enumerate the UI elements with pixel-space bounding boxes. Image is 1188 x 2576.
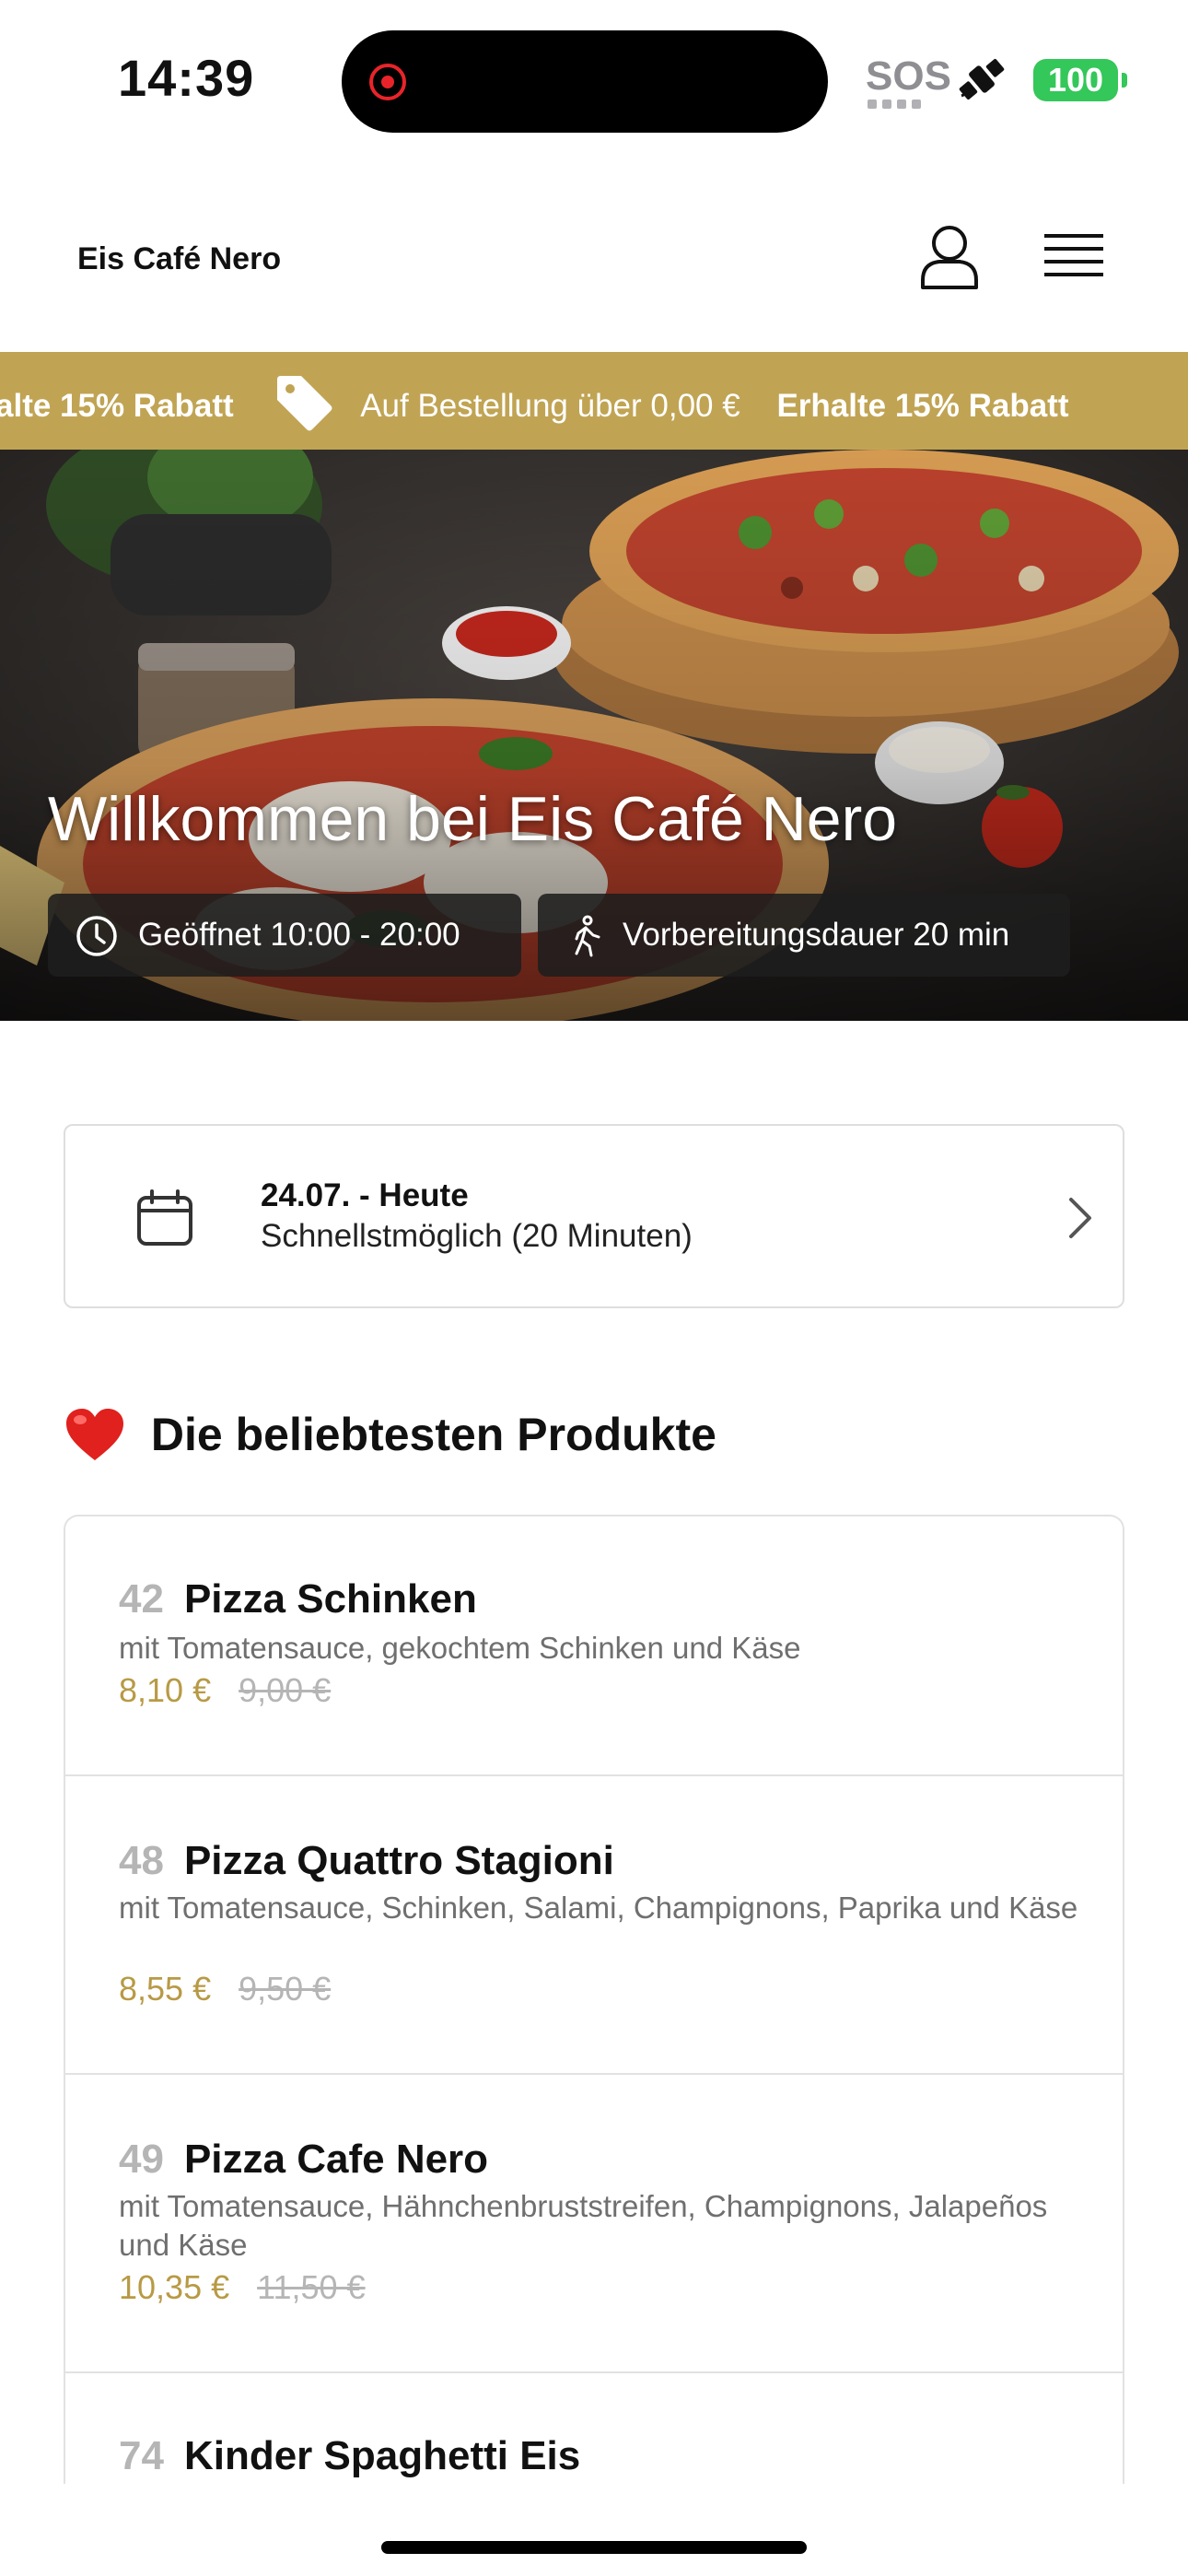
- product-description: mit Tomatensauce, gekochtem Schinken und…: [119, 1631, 801, 1665]
- product-prices: 8,10 € 9,00 €: [119, 1669, 331, 1712]
- product-item[interactable]: 48 Pizza Quattro Stagioni mit Tomatensauc…: [65, 1776, 1123, 2075]
- app-header: Eis Café Nero: [0, 157, 1188, 352]
- sos-indicator: SOS: [866, 53, 951, 99]
- product-heading: 49 Pizza Cafe Nero: [119, 2134, 488, 2185]
- pickup-date-subtitle: Schnellstmöglich (20 Minuten): [261, 1218, 693, 1254]
- dynamic-island: [342, 30, 828, 133]
- product-heading: 42 Pizza Schinken: [119, 1574, 477, 1625]
- product-heading: 48 Pizza Quattro Stagioni: [119, 1835, 614, 1887]
- tag-icon: [277, 376, 332, 431]
- home-indicator[interactable]: [381, 2541, 807, 2554]
- pickup-date-selector[interactable]: 24.07. - Heute Schnellstmöglich (20 Minu…: [64, 1124, 1124, 1308]
- product-prices: 10,35 € 11,50 €: [119, 2266, 366, 2309]
- product-prices: 8,55 € 9,50 €: [119, 1968, 331, 2010]
- product-number: 42: [119, 1576, 164, 1622]
- product-number: 48: [119, 1838, 164, 1883]
- opening-hours-text: Geöffnet 10:00 - 20:00: [138, 917, 460, 953]
- promo-discount-text: Erhalte 15% Rabatt: [776, 388, 1069, 424]
- prep-time-chip: Vorbereitungsdauer 20 min: [538, 894, 1070, 977]
- walking-icon: [575, 915, 600, 957]
- signal-dots: [868, 97, 932, 109]
- product-name: Pizza Quattro Stagioni: [183, 1838, 614, 1883]
- promo-banner: rhalte 15% Rabatt Auf Bestellung über 0,…: [0, 352, 1188, 450]
- promo-track: rhalte 15% Rabatt Auf Bestellung über 0,…: [0, 376, 1069, 433]
- product-name: Pizza Schinken: [183, 1576, 477, 1622]
- battery-indicator: 100: [1033, 59, 1118, 101]
- heart-icon: [66, 1408, 123, 1460]
- product-name: Pizza Cafe Nero: [183, 2137, 489, 2182]
- clock-icon: [76, 916, 117, 956]
- prep-time-text: Vorbereitungsdauer 20 min: [623, 917, 1010, 953]
- battery-tip: [1122, 73, 1127, 88]
- hero-banner: Willkommen bei Eis Café Nero Geöffnet 10…: [0, 450, 1188, 1021]
- chevron-right-icon: [1069, 1198, 1091, 1238]
- user-icon[interactable]: [917, 223, 982, 291]
- product-number: 74: [119, 2433, 164, 2478]
- product-price: 8,55 €: [119, 1970, 212, 2008]
- menu-icon[interactable]: [1044, 230, 1103, 284]
- product-name: Kinder Spaghetti Eis: [183, 2433, 581, 2478]
- popular-products-title: Die beliebtesten Produkte: [150, 1409, 716, 1460]
- product-item[interactable]: 74 Kinder Spaghetti Eis: [65, 2373, 1123, 2484]
- product-number: 49: [119, 2137, 164, 2182]
- record-icon: [369, 64, 406, 100]
- status-bar: 14:39 SOS 100: [0, 0, 1188, 157]
- product-description: mit Tomatensauce, Schinken, Salami, Cham…: [119, 1891, 1078, 1925]
- promo-condition-text: Auf Bestellung über 0,00 €: [360, 388, 740, 424]
- product-old-price: 9,00 €: [239, 1671, 332, 1709]
- brand-name[interactable]: Eis Café Nero: [77, 241, 281, 277]
- product-item[interactable]: 49 Pizza Cafe Nero mit Tomatensauce, Hähn…: [65, 2075, 1123, 2373]
- promo-discount-text: rhalte 15% Rabatt: [0, 388, 234, 424]
- satellite-icon: [959, 58, 1005, 100]
- product-old-price: 9,50 €: [239, 1970, 332, 2008]
- status-time: 14:39: [118, 49, 255, 107]
- product-item[interactable]: 42 Pizza Schinken mit Tomatensauce, gekoc…: [65, 1516, 1123, 1776]
- product-old-price: 11,50 €: [257, 2268, 366, 2306]
- product-price: 8,10 €: [119, 1671, 212, 1709]
- hero-title: Willkommen bei Eis Café Nero: [48, 784, 898, 854]
- pickup-date-title: 24.07. - Heute: [261, 1177, 469, 1213]
- product-description: mit Tomatensauce, Hähnchenbruststreifen,…: [119, 2189, 1048, 2262]
- calendar-icon: [137, 1189, 192, 1246]
- product-heading: 74 Kinder Spaghetti Eis: [119, 2430, 580, 2482]
- popular-products-heading: Die beliebtesten Produkte: [64, 1402, 716, 1476]
- opening-hours-chip: Geöffnet 10:00 - 20:00: [48, 894, 521, 977]
- product-price: 10,35 €: [119, 2268, 230, 2306]
- product-list: 42 Pizza Schinken mit Tomatensauce, gekoc…: [64, 1515, 1124, 2484]
- app-screen: 14:39 SOS 100 Eis Café Nero alte 15% Rab…: [0, 0, 1188, 2576]
